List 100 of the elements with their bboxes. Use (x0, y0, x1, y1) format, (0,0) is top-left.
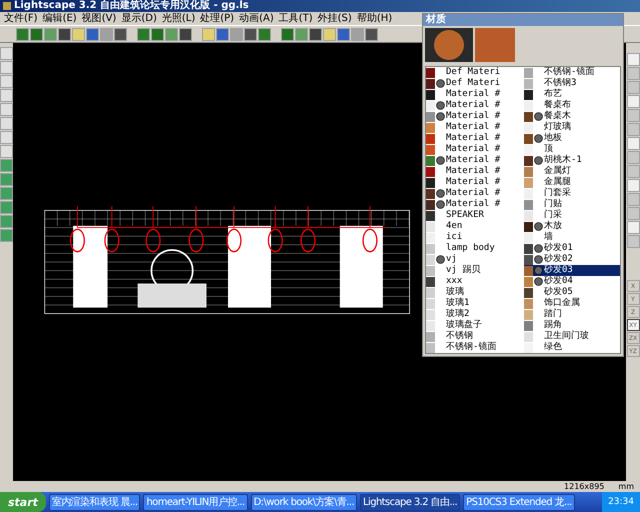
menu-item[interactable]: 光照(L) (162, 12, 196, 24)
material-item[interactable]: 门贴 (524, 199, 620, 210)
tool-icon[interactable] (0, 47, 13, 60)
material-item[interactable]: Material # (426, 166, 522, 177)
material-item[interactable]: 玻璃1 (426, 298, 522, 309)
material-item[interactable]: 4en (426, 221, 522, 232)
material-item[interactable]: 玻璃2 (426, 309, 522, 320)
material-item[interactable]: 餐桌布 (524, 100, 620, 111)
material-item[interactable]: vj 踢贝 (426, 265, 522, 276)
toolbar-icon[interactable] (30, 28, 43, 40)
tool-icon[interactable] (0, 145, 13, 158)
toolbar-icon[interactable] (258, 28, 271, 40)
tool-icon[interactable] (626, 137, 640, 150)
menu-item[interactable]: 处理(P) (200, 12, 234, 24)
material-item[interactable]: lamp body (426, 243, 522, 254)
material-item[interactable]: ici (426, 232, 522, 243)
material-item[interactable]: 地板 (524, 133, 620, 144)
material-item[interactable]: Def Materi (426, 67, 522, 78)
tool-icon[interactable] (0, 103, 13, 116)
material-item[interactable]: vj (426, 254, 522, 265)
tool-icon[interactable] (626, 151, 640, 164)
material-item[interactable]: 踏门 (524, 309, 620, 320)
menu-item[interactable]: 工具(T) (278, 12, 313, 24)
toolbar-icon[interactable] (137, 28, 150, 40)
material-item[interactable]: 金属腿 (524, 177, 620, 188)
tool-icon[interactable] (0, 117, 13, 130)
material-item[interactable]: 砂发04 (524, 276, 620, 287)
material-item[interactable]: Material # (426, 188, 522, 199)
tool-icon[interactable] (626, 235, 640, 248)
tool-icon[interactable] (0, 89, 13, 102)
tool-icon[interactable] (626, 221, 640, 234)
tool-icon[interactable] (626, 109, 640, 122)
material-item[interactable]: 顶 (524, 144, 620, 155)
material-item[interactable]: Material # (426, 89, 522, 100)
start-button[interactable]: start (0, 492, 46, 512)
menu-item[interactable]: 外挂(S) (318, 12, 352, 24)
toolbar-icon[interactable] (114, 28, 127, 40)
material-item[interactable]: xxx (426, 276, 522, 287)
material-item[interactable]: 门采 (524, 210, 620, 221)
material-item[interactable]: 餐桌木 (524, 111, 620, 122)
material-item[interactable]: 不锈钢-镜面 (524, 67, 620, 78)
material-item[interactable]: 不锈钢 (426, 331, 522, 342)
material-item[interactable]: 木放 (524, 221, 620, 232)
toolbar-icon[interactable] (58, 28, 71, 40)
material-item[interactable]: Material # (426, 155, 522, 166)
tool-icon[interactable] (626, 193, 640, 206)
material-item[interactable]: 玻璃盘子 (426, 320, 522, 331)
material-item[interactable]: Material # (426, 111, 522, 122)
material-item[interactable]: 卫生间门玻 (524, 331, 620, 342)
tool-icon[interactable] (626, 53, 640, 66)
menu-item[interactable]: 视图(V) (82, 12, 116, 24)
tool-icon[interactable] (626, 165, 640, 178)
tool-icon[interactable] (0, 61, 13, 74)
material-item[interactable]: SPEAKER (426, 210, 522, 221)
toolbar-icon[interactable] (337, 28, 350, 40)
material-item[interactable]: Material # (426, 122, 522, 133)
material-item[interactable]: 绿色 (524, 342, 620, 353)
tool-icon[interactable] (626, 179, 640, 192)
material-item[interactable]: 金属灯 (524, 166, 620, 177)
tool-icon[interactable] (0, 187, 13, 200)
material-item[interactable]: Material # (426, 199, 522, 210)
tool-icon[interactable] (626, 95, 640, 108)
material-item[interactable]: 不锈钢-镜面 (426, 342, 522, 353)
material-item[interactable]: 砂发01 (524, 243, 620, 254)
toolbar-icon[interactable] (151, 28, 164, 40)
taskbar-button[interactable]: D:\work book\方案\青... (250, 494, 358, 510)
menu-item[interactable]: 编辑(E) (42, 12, 77, 24)
material-item[interactable]: 砂发05 (524, 287, 620, 298)
tool-icon[interactable] (0, 131, 13, 144)
toolbar-icon[interactable] (309, 28, 322, 40)
toolbar-icon[interactable] (216, 28, 229, 40)
toolbar-icon[interactable] (244, 28, 257, 40)
tool-icon[interactable] (626, 67, 640, 80)
toolbar-icon[interactable] (365, 28, 378, 40)
tool-icon[interactable] (0, 75, 13, 88)
tool-icon[interactable] (626, 207, 640, 220)
menu-item[interactable]: 文件(F) (4, 12, 38, 24)
material-item[interactable]: 饰口金属 (524, 298, 620, 309)
material-item[interactable]: 不锈钢3 (524, 78, 620, 89)
material-item[interactable]: 砂发03 (524, 265, 620, 276)
material-item[interactable]: 门套采 (524, 188, 620, 199)
toolbar-icon[interactable] (179, 28, 192, 40)
toolbar-icon[interactable] (281, 28, 294, 40)
tool-icon[interactable] (0, 215, 13, 228)
material-item[interactable]: 墙 (524, 232, 620, 243)
material-item[interactable]: Material # (426, 133, 522, 144)
taskbar-button[interactable]: homeart-YILIN用户控... (143, 494, 248, 510)
taskbar-button[interactable]: PS10CS3 Extended 龙... (463, 494, 575, 510)
material-item[interactable]: Material # (426, 177, 522, 188)
material-item[interactable]: Def Materi (426, 78, 522, 89)
taskbar-button[interactable]: 室内渲染和表现 晨... (48, 494, 140, 510)
material-item[interactable]: 踢角 (524, 320, 620, 331)
tool-icon[interactable] (0, 159, 13, 172)
menu-item[interactable]: 显示(D) (121, 12, 157, 24)
tool-icon[interactable] (626, 81, 640, 94)
tool-icon[interactable] (0, 229, 13, 242)
material-item[interactable]: Material # (426, 100, 522, 111)
taskbar-button[interactable]: Lightscape 3.2 自由... (360, 494, 460, 510)
menu-item[interactable]: 帮助(H) (356, 12, 392, 24)
material-item[interactable]: 布艺 (524, 89, 620, 100)
